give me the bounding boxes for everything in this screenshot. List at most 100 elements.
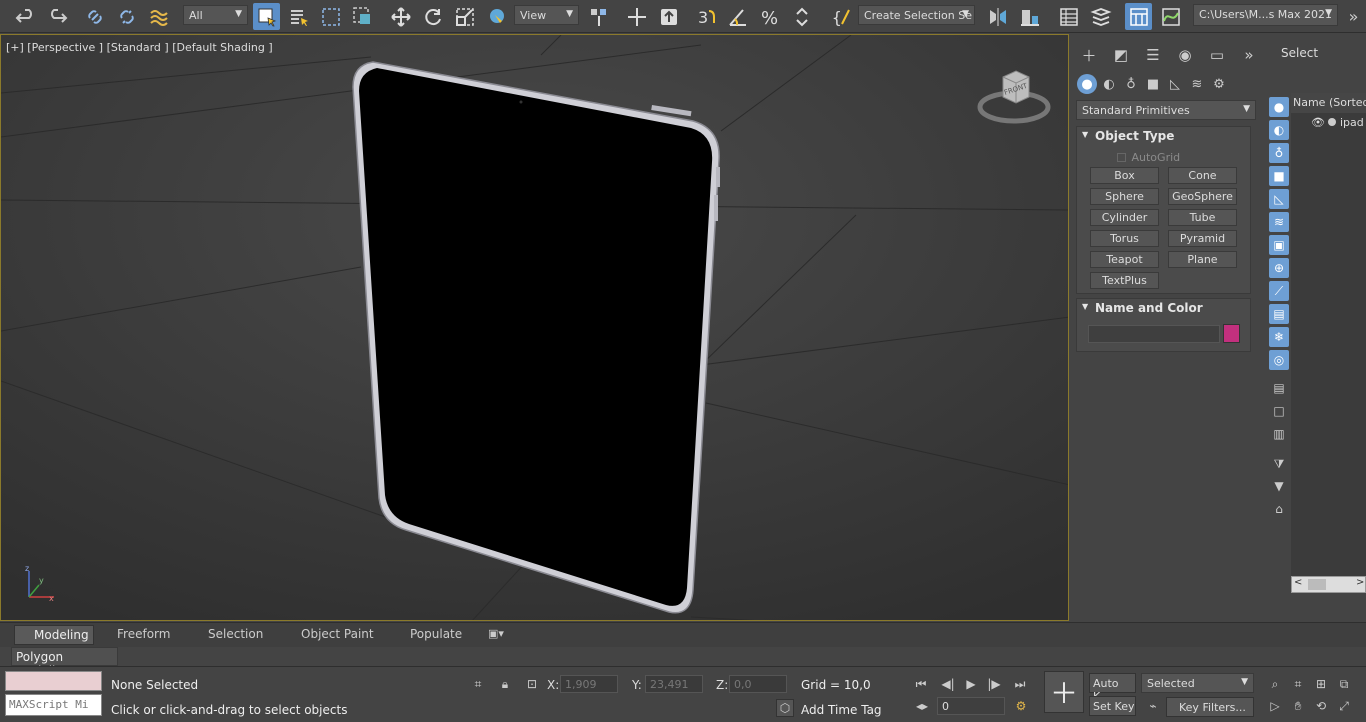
scroll-right-icon[interactable]: >	[1356, 577, 1364, 588]
play-icon[interactable]: ▶	[962, 675, 980, 693]
display-all-icon[interactable]: ▤	[1269, 378, 1289, 398]
z-coordinate-field[interactable]: 0,0	[729, 675, 787, 693]
percent-snap-icon[interactable]: %	[756, 3, 783, 30]
angle-snap-icon[interactable]	[724, 3, 751, 30]
absolute-mode-transform-icon[interactable]: ⊡	[523, 675, 541, 693]
move-icon[interactable]	[387, 3, 414, 30]
toggle-scene-explorer-icon[interactable]	[1055, 3, 1082, 30]
scroll-left-icon[interactable]: <	[1294, 577, 1302, 588]
tab-selection[interactable]: Selection	[208, 627, 263, 641]
zoom-extents-all-icon[interactable]: ⧉	[1335, 675, 1353, 693]
window-crossing-icon[interactable]	[349, 3, 376, 30]
modify-tab-icon[interactable]: ◩	[1110, 44, 1132, 66]
torus-button[interactable]: Torus	[1090, 230, 1159, 247]
project-folder-dropdown[interactable]: C:\Users\M...s Max 2021 ▼	[1193, 4, 1338, 26]
align-icon[interactable]	[1016, 3, 1043, 30]
list-item[interactable]: 👁 ipad	[1311, 116, 1366, 132]
key-filters-button[interactable]: Key Filters...	[1166, 697, 1254, 717]
filter-icon[interactable]: ▼	[1269, 476, 1289, 496]
pyramid-button[interactable]: Pyramid	[1168, 230, 1237, 247]
display-shapes-icon[interactable]: ◐	[1269, 120, 1289, 140]
name-column-header[interactable]: Name (Sorted A	[1291, 93, 1366, 113]
geometry-category-icon[interactable]: ●	[1077, 74, 1097, 94]
zoom-all-icon[interactable]: ⌗	[1289, 675, 1307, 693]
add-time-tag-button[interactable]: Add Time Tag	[801, 703, 882, 717]
tab-freeform[interactable]: Freeform	[117, 627, 170, 641]
reference-coordinate-dropdown[interactable]: View ▼	[514, 5, 579, 25]
scene-list[interactable]: Name (Sorted A 👁 ipad	[1291, 93, 1366, 593]
polygon-modeling-panel[interactable]: Polygon Modeling	[11, 647, 118, 678]
go-to-end-icon[interactable]: ⏭	[1011, 675, 1029, 693]
freeze-dot-icon[interactable]	[1328, 118, 1337, 126]
display-space-warps-icon[interactable]: ≋	[1269, 212, 1289, 232]
primitive-category-dropdown[interactable]: Standard Primitives ▼	[1076, 100, 1256, 120]
zoom-icon[interactable]: ⌕	[1266, 675, 1284, 693]
rotate-icon[interactable]	[419, 3, 446, 30]
selection-filter-dropdown[interactable]: All ▼	[183, 5, 248, 25]
previous-frame-icon[interactable]: ◀|	[939, 675, 957, 693]
object-name-field[interactable]	[1088, 325, 1220, 343]
display-lights-icon[interactable]: ♁	[1269, 143, 1289, 163]
maximize-viewport-icon[interactable]: ⤢	[1335, 697, 1353, 715]
hierarchy-tab-icon[interactable]: ☰	[1142, 44, 1164, 66]
field-of-view-icon[interactable]: ▷	[1266, 697, 1284, 715]
tab-modeling[interactable]: Modeling	[14, 625, 94, 645]
curve-editor-icon[interactable]	[1157, 3, 1184, 30]
display-xrefs-icon[interactable]: ⊕	[1269, 258, 1289, 278]
display-cameras-icon[interactable]: ■	[1269, 166, 1289, 186]
autogrid-checkbox[interactable]: AutoGrid	[1117, 151, 1180, 164]
time-configuration-icon[interactable]: ⚙	[1012, 697, 1030, 715]
display-invert-icon[interactable]: ▥	[1269, 424, 1289, 444]
scale-icon[interactable]	[451, 3, 478, 30]
create-tab-icon[interactable]: ＋	[1078, 44, 1100, 66]
unlink-icon[interactable]	[113, 3, 140, 30]
redo-icon[interactable]	[43, 3, 70, 30]
space-warps-category-icon[interactable]: ≋	[1187, 74, 1207, 94]
maxscript-listener-top[interactable]	[5, 671, 102, 691]
perspective-viewport[interactable]: [+] [Perspective ] [Standard ] [Default …	[0, 34, 1069, 621]
systems-category-icon[interactable]: ⚙	[1209, 74, 1229, 94]
shapes-category-icon[interactable]: ◐	[1099, 74, 1119, 94]
cylinder-button[interactable]: Cylinder	[1090, 209, 1159, 226]
teapot-button[interactable]: Teapot	[1090, 251, 1159, 268]
visibility-eye-icon[interactable]: 👁	[1311, 116, 1325, 129]
display-frozen-icon[interactable]: ◎	[1269, 350, 1289, 370]
display-geometry-icon[interactable]: ●	[1269, 97, 1289, 117]
overflow-chevron-icon[interactable]: »	[1238, 44, 1260, 66]
scrollbar-thumb[interactable]	[1308, 579, 1326, 590]
bind-space-warp-icon[interactable]	[145, 3, 172, 30]
toggle-layer-explorer-icon[interactable]	[1087, 3, 1114, 30]
tab-populate[interactable]: Populate	[410, 627, 462, 641]
y-coordinate-field[interactable]: 23,491	[645, 675, 703, 693]
helpers-category-icon[interactable]: ◺	[1165, 74, 1185, 94]
x-coordinate-field[interactable]: 1,909	[560, 675, 618, 693]
name-and-color-header[interactable]: ▼ Name and Color	[1077, 299, 1250, 319]
viewport-label-menu[interactable]: [+] [Perspective ] [Standard ] [Default …	[6, 41, 273, 54]
set-keys-button[interactable]: ＋	[1044, 671, 1084, 713]
mirror-icon[interactable]	[984, 3, 1011, 30]
set-key-button[interactable]: Set Key	[1089, 696, 1136, 716]
display-groups-icon[interactable]: ▣	[1269, 235, 1289, 255]
display-bones-icon[interactable]: ⟋	[1269, 281, 1289, 301]
key-selection-set-dropdown[interactable]: Selected ▼	[1141, 673, 1254, 693]
toggle-ribbon-icon[interactable]	[1125, 3, 1152, 30]
pivot-center-icon[interactable]	[585, 3, 612, 30]
ribbon-options-icon[interactable]: ▣▾	[488, 627, 504, 640]
tube-button[interactable]: Tube	[1168, 209, 1237, 226]
rectangular-selection-region-icon[interactable]	[317, 3, 344, 30]
isolate-selection-icon[interactable]: ⌗	[469, 675, 487, 693]
snaps-toggle-icon[interactable]: 3	[692, 3, 719, 30]
display-particles-icon[interactable]: ❄	[1269, 327, 1289, 347]
select-and-manipulate-icon[interactable]	[623, 3, 650, 30]
display-tab-icon[interactable]: ▭	[1206, 44, 1228, 66]
edit-named-selection-icon[interactable]: {	[828, 3, 855, 30]
tab-object-paint[interactable]: Object Paint	[301, 627, 374, 641]
orbit-icon[interactable]: ⟲	[1312, 697, 1330, 715]
ipad-model[interactable]	[352, 61, 720, 614]
sphere-button[interactable]: Sphere	[1090, 188, 1159, 205]
plane-button[interactable]: Plane	[1168, 251, 1237, 268]
overflow-chevron-icon[interactable]: »	[1340, 3, 1366, 30]
display-none-icon[interactable]: □	[1269, 401, 1289, 421]
current-frame-spinner[interactable]: 0	[937, 697, 1005, 715]
geosphere-button[interactable]: GeoSphere	[1168, 188, 1237, 205]
